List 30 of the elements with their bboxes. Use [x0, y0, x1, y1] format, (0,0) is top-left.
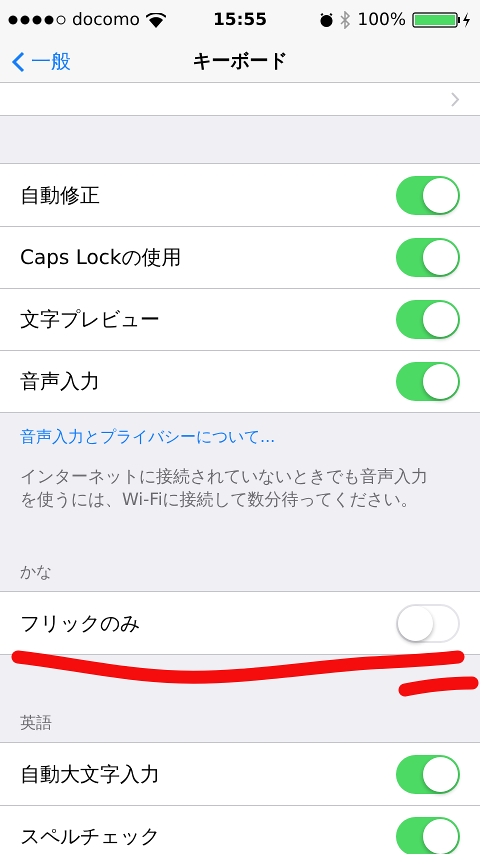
back-button[interactable]: 一般: [0, 48, 71, 75]
setting-label: Caps Lockの使用: [20, 244, 182, 271]
toggle-switch[interactable]: [396, 817, 460, 854]
battery-charging-icon: [412, 11, 472, 29]
section-header: 英語: [19, 712, 53, 734]
alarm-icon: [319, 12, 334, 28]
footer-note: インターネットに接続されていないときでも音声入力を使うには、Wi-Fiに接続して数分待ってください。: [20, 466, 429, 512]
battery-percent: 100%: [357, 10, 406, 30]
toggle-switch[interactable]: [396, 362, 460, 401]
setting-label: 自動修正: [20, 182, 101, 208]
toggle-switch[interactable]: [396, 238, 460, 277]
toggle-switch[interactable]: [396, 754, 460, 794]
signal-icon: [8, 15, 66, 25]
toggle-switch[interactable]: [396, 300, 460, 339]
setting-label: 文字プレビュー: [20, 306, 161, 333]
clock-time: 15:55: [212, 10, 268, 30]
bluetooth-icon: [340, 11, 352, 29]
wifi-icon: [146, 12, 166, 28]
privacy-link[interactable]: 音声入力とプライバシーについて...: [0, 413, 480, 448]
setting-label: フリックのみ: [20, 610, 141, 636]
setting-label: 音声入力: [20, 368, 101, 395]
toggle-switch[interactable]: [396, 176, 460, 214]
screen-title: キーボード: [192, 49, 288, 74]
toggle-switch[interactable]: [396, 604, 460, 642]
section-header: かな: [19, 561, 53, 583]
setting-label: スペルチェック: [20, 823, 161, 850]
carrier-name: docomo: [72, 10, 140, 30]
back-chevron-icon: [12, 50, 25, 72]
chevron-icon: [451, 92, 460, 106]
setting-label: 自動大文字入力: [20, 760, 161, 788]
